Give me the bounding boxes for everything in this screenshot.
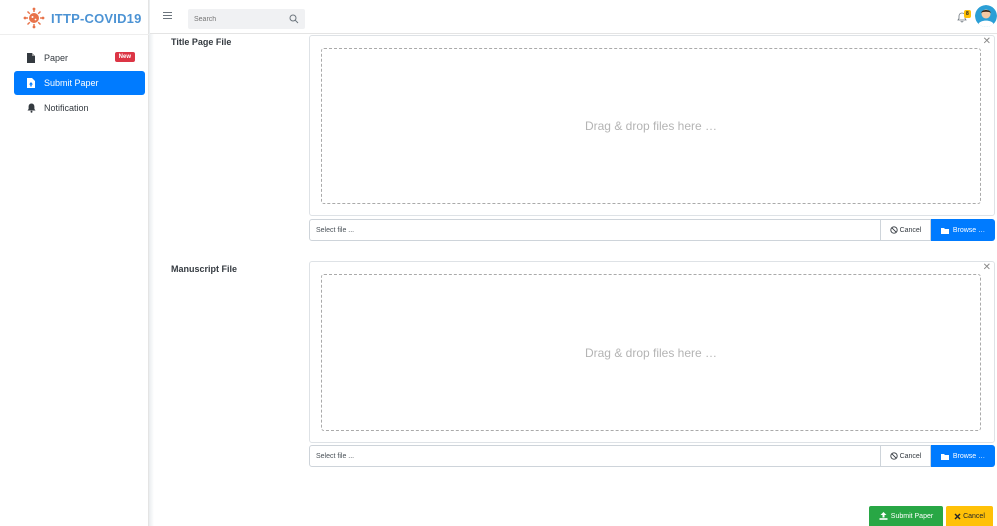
folder-open-icon	[940, 453, 949, 460]
drop-zone-text: Drag & drop files here …	[584, 119, 718, 133]
brand-name: ITTP-COVID19	[51, 10, 142, 26]
close-icon[interactable]: ✕	[983, 262, 991, 273]
file-upload-icon	[26, 77, 36, 89]
sidebar-item-paper[interactable]: Paper New	[14, 46, 145, 70]
manuscript-file-panel: ✕ Drag & drop files here …	[309, 261, 995, 443]
title-page-drop-zone[interactable]: Drag & drop files here …	[321, 48, 981, 204]
manuscript-file-caption[interactable]: Select file ...	[309, 445, 881, 467]
manuscript-drop-zone[interactable]: Drag & drop files here …	[321, 274, 981, 431]
cancel-label: Cancel	[899, 226, 922, 234]
upload-icon	[879, 512, 888, 520]
manuscript-file-input-row: Select file ... Cancel Browse …	[309, 445, 995, 467]
bell-icon	[26, 102, 36, 114]
title-page-file-panel: ✕ Drag & drop files here …	[309, 35, 995, 216]
manuscript-cancel-button[interactable]: Cancel	[881, 445, 931, 467]
cancel-label: Cancel	[899, 452, 922, 460]
title-page-browse-button[interactable]: Browse …	[931, 219, 995, 241]
sidebar-item-submit-paper[interactable]: Submit Paper	[14, 71, 145, 95]
sidebar: ITTP-COVID19 Paper New Submit Paper Noti…	[0, 0, 149, 526]
drop-zone-text: Drag & drop files here …	[584, 345, 718, 360]
ban-icon	[889, 226, 898, 234]
sidebar-item-notification[interactable]: Notification	[14, 96, 145, 120]
new-badge: New	[114, 52, 135, 62]
close-icon[interactable]: ✕	[983, 36, 991, 47]
brand[interactable]: ITTP-COVID19	[23, 7, 142, 29]
submit-paper-button[interactable]: Submit Paper	[869, 506, 943, 526]
virus-logo-icon	[23, 7, 45, 29]
cancel-label: Cancel	[963, 512, 985, 520]
sidebar-shadow	[149, 0, 154, 526]
menu-icon[interactable]	[163, 11, 172, 20]
file-icon	[26, 52, 36, 64]
search-icon[interactable]	[289, 14, 299, 24]
user-avatar[interactable]	[975, 5, 997, 27]
sidebar-item-label: Submit Paper	[44, 78, 99, 88]
title-page-file-input-row: Select file ... Cancel Browse …	[309, 219, 995, 241]
browse-label: Browse …	[952, 452, 986, 460]
sidebar-item-label: Notification	[44, 103, 89, 113]
ban-icon	[889, 452, 898, 460]
submit-label: Submit Paper	[890, 512, 934, 520]
search-box	[188, 9, 305, 29]
manuscript-label: Manuscript File	[171, 264, 238, 274]
search-input[interactable]	[188, 15, 283, 23]
brand-divider	[0, 34, 149, 35]
notification-count-badge: 8	[964, 10, 971, 18]
cancel-form-button[interactable]: Cancel	[946, 506, 993, 526]
title-page-file-caption[interactable]: Select file ...	[309, 219, 881, 241]
folder-open-icon	[940, 227, 949, 234]
sidebar-item-label: Paper	[44, 53, 69, 63]
browse-label: Browse …	[952, 226, 986, 234]
manuscript-browse-button[interactable]: Browse …	[931, 445, 995, 467]
times-icon	[954, 513, 961, 519]
title-page-label: Title Page File	[171, 37, 232, 47]
title-page-cancel-button[interactable]: Cancel	[881, 219, 931, 241]
sidebar-nav: Paper New Submit Paper Notification	[14, 46, 145, 121]
top-navbar: 8	[150, 0, 997, 34]
